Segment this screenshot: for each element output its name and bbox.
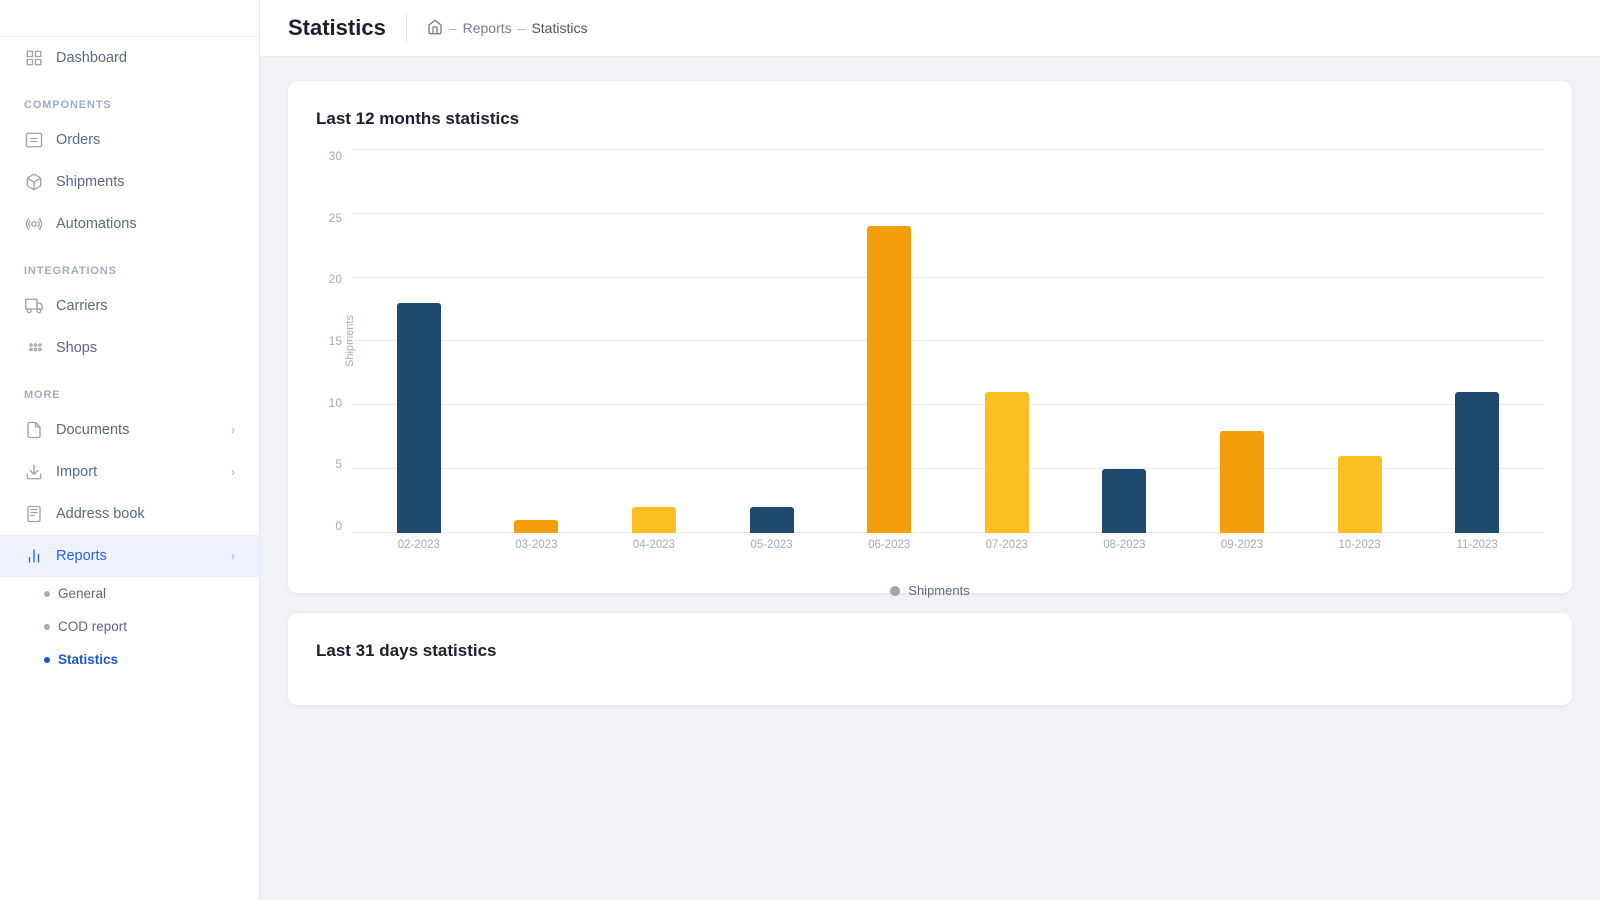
bars-container <box>352 149 1544 533</box>
chart-area: Shipments <box>352 149 1544 569</box>
x-label-03-2023: 03-2023 <box>478 539 596 569</box>
sidebar-item-reports-label: Reports <box>56 548 219 564</box>
bar-03-2023[interactable] <box>514 520 558 533</box>
y-label-15: 15 <box>329 334 342 348</box>
chart-12-months-card: Last 12 months statistics 30 25 20 15 10… <box>288 81 1572 593</box>
home-icon[interactable] <box>427 19 443 38</box>
doc-icon <box>24 420 44 440</box>
topbar: Statistics – Reports – Statistics <box>260 0 1600 57</box>
sidebar-item-import[interactable]: Import › <box>0 451 259 493</box>
bar-10-2023[interactable] <box>1338 456 1382 533</box>
x-label-04-2023: 04-2023 <box>595 539 713 569</box>
chart-12-title: Last 12 months statistics <box>316 109 1544 129</box>
breadcrumb-sep1: – <box>449 20 457 36</box>
orders-icon <box>24 130 44 150</box>
statistics-bullet <box>44 657 50 663</box>
x-label-09-2023: 09-2023 <box>1183 539 1301 569</box>
sidebar-item-dashboard-label: Dashboard <box>56 50 235 66</box>
sidebar-logo <box>0 0 259 37</box>
sidebar-item-documents-label: Documents <box>56 422 219 438</box>
breadcrumb: – Reports – Statistics <box>427 19 588 38</box>
legend-dot <box>890 586 900 596</box>
chart-31-days-card: Last 31 days statistics <box>288 613 1572 705</box>
x-label-10-2023: 10-2023 <box>1301 539 1419 569</box>
sidebar-item-shipments-label: Shipments <box>56 174 235 190</box>
sidebar-item-automations[interactable]: Automations <box>0 203 259 245</box>
chart-12-inner: 30 25 20 15 10 5 0 Shipments <box>316 149 1544 569</box>
sidebar-item-dashboard[interactable]: Dashboard <box>0 37 259 79</box>
y-label-0: 0 <box>335 519 342 533</box>
breadcrumb-statistics: Statistics <box>531 20 587 36</box>
sidebar-item-address-book[interactable]: Address book <box>0 493 259 535</box>
page-title: Statistics <box>288 15 386 41</box>
sidebar-item-shipments[interactable]: Shipments <box>0 161 259 203</box>
sidebar-sub-cod-label: COD report <box>58 619 127 634</box>
sidebar-sub-cod-report[interactable]: COD report <box>0 610 259 643</box>
bar-06-2023[interactable] <box>867 226 911 533</box>
sidebar-item-reports[interactable]: Reports › <box>0 535 259 577</box>
import-arrow: › <box>231 465 235 479</box>
x-label-06-2023: 06-2023 <box>830 539 948 569</box>
reports-icon <box>24 546 44 566</box>
bar-05-2023[interactable] <box>750 507 794 533</box>
bar-02-2023[interactable] <box>397 303 441 533</box>
y-label-25: 25 <box>329 211 342 225</box>
box-icon <box>24 172 44 192</box>
cod-bullet <box>44 624 50 630</box>
sidebar-section-components: COMPONENTS <box>0 79 259 119</box>
documents-arrow: › <box>231 423 235 437</box>
x-label-02-2023: 02-2023 <box>360 539 478 569</box>
topbar-divider <box>406 14 407 42</box>
shop-icon <box>24 338 44 358</box>
y-label-5: 5 <box>335 457 342 471</box>
breadcrumb-reports[interactable]: Reports <box>463 20 512 36</box>
import-icon <box>24 462 44 482</box>
sidebar-item-import-label: Import <box>56 464 219 480</box>
bar-08-2023[interactable] <box>1102 469 1146 533</box>
bar-09-2023[interactable] <box>1220 431 1264 533</box>
sidebar: Dashboard COMPONENTS Orders Shipments Au… <box>0 0 260 900</box>
sidebar-sub-general[interactable]: General <box>0 577 259 610</box>
bar-04-2023[interactable] <box>632 507 676 533</box>
sidebar-item-automations-label: Automations <box>56 216 235 232</box>
y-label-10: 10 <box>329 396 342 410</box>
chart-12-container: 30 25 20 15 10 5 0 Shipments <box>316 149 1544 569</box>
sidebar-item-carriers[interactable]: Carriers <box>0 285 259 327</box>
sidebar-item-shops[interactable]: Shops <box>0 327 259 369</box>
x-labels-container: 02-202303-202304-202305-202306-202307-20… <box>352 533 1544 569</box>
sidebar-sub-general-label: General <box>58 586 106 601</box>
x-label-07-2023: 07-2023 <box>948 539 1066 569</box>
y-label-30: 30 <box>329 149 342 163</box>
bar-11-2023[interactable] <box>1455 392 1499 533</box>
chart-legend: Shipments <box>316 583 1544 598</box>
automations-icon <box>24 214 44 234</box>
bar-07-2023[interactable] <box>985 392 1029 533</box>
reports-arrow: › <box>231 549 235 563</box>
chart-31-title: Last 31 days statistics <box>316 641 1544 661</box>
x-label-11-2023: 11-2023 <box>1418 539 1536 569</box>
sidebar-sub-statistics-label: Statistics <box>58 652 118 667</box>
x-label-08-2023: 08-2023 <box>1066 539 1184 569</box>
x-label-05-2023: 05-2023 <box>713 539 831 569</box>
sidebar-item-carriers-label: Carriers <box>56 298 235 314</box>
legend-label: Shipments <box>908 583 969 598</box>
sidebar-item-orders-label: Orders <box>56 132 235 148</box>
sidebar-item-documents[interactable]: Documents › <box>0 409 259 451</box>
sidebar-sub-statistics[interactable]: Statistics <box>0 643 259 676</box>
sidebar-item-shops-label: Shops <box>56 340 235 356</box>
content-area: Last 12 months statistics 30 25 20 15 10… <box>260 57 1600 729</box>
general-bullet <box>44 591 50 597</box>
grid-icon <box>24 48 44 68</box>
breadcrumb-sep2: – <box>518 20 526 36</box>
sidebar-section-more: MORE <box>0 369 259 409</box>
y-label-20: 20 <box>329 272 342 286</box>
address-book-icon <box>24 504 44 524</box>
main-content: Statistics – Reports – Statistics Last 1… <box>260 0 1600 900</box>
sidebar-item-address-book-label: Address book <box>56 506 235 522</box>
truck-icon <box>24 296 44 316</box>
sidebar-item-orders[interactable]: Orders <box>0 119 259 161</box>
sidebar-section-integrations: INTEGRATIONS <box>0 245 259 285</box>
